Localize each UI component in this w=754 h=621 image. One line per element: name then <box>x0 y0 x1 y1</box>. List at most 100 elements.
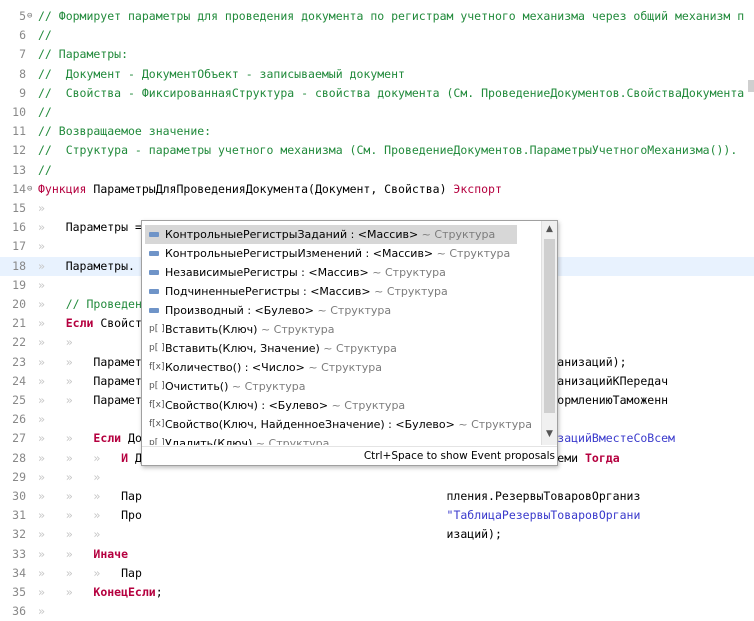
proposal-item[interactable]: Производный : <Булево> ~ Структура <box>145 301 517 320</box>
code-text: » Если Свойст <box>38 314 142 333</box>
code-line[interactable]: 6 // <box>0 26 754 45</box>
code-line[interactable]: 13 // <box>0 161 754 180</box>
whitespace-marker: » <box>38 412 45 427</box>
proposal-list[interactable]: КонтрольныеРегистрыЗаданий : <Массив> ~ … <box>142 221 541 445</box>
keyword-token: КонецЕсли <box>93 585 156 599</box>
proposal-item[interactable]: КонтрольныеРегистрыЗаданий : <Массив> ~ … <box>145 225 517 244</box>
comment-token: // <box>38 28 52 43</box>
code-line[interactable]: 7 // Параметры: <box>0 45 754 64</box>
proposal-owner-type: ~ Структура <box>368 266 446 279</box>
proposal-item[interactable]: КонтрольныеРегистрыИзменений : <Массив> … <box>145 244 517 263</box>
proposal-owner-type: ~ Структура <box>418 228 496 241</box>
proposal-item[interactable]: p[ ] Вставить(Ключ) ~ Структура <box>145 320 517 339</box>
code-text: // <box>38 161 52 180</box>
code-line[interactable]: 9 // Свойства - ФиксированнаяСтруктура - … <box>0 84 754 103</box>
whitespace-marker: » <box>38 316 66 331</box>
proposal-name: ПодчиненныеРегистры : <Массив> <box>165 285 371 298</box>
function-icon: f[x] <box>149 400 165 410</box>
code-line[interactable]: 30 » » » Пар пления.РезервыТоваровОрганиз <box>0 487 754 506</box>
line-number: 33 <box>12 546 26 561</box>
line-number: 23 <box>12 354 26 369</box>
proposal-item[interactable]: p[ ] Очистить() ~ Структура <box>145 377 517 396</box>
code-text: // <box>38 103 52 122</box>
code-token: Параметры. <box>65 258 135 273</box>
code-line[interactable]: 15 » <box>0 199 754 218</box>
proposal-item[interactable]: f[x] Свойство(Ключ, НайденноеЗначение) : … <box>145 415 532 434</box>
keyword-token: Иначе <box>93 546 129 561</box>
proposal-owner-type: ~ Структура <box>304 361 382 374</box>
code-text: » <box>38 410 45 429</box>
code-line[interactable]: 34 » » » Пар <box>0 564 754 583</box>
code-line[interactable]: 31 » » » Про "ТаблицаРезервыТоваровОргани <box>0 506 754 525</box>
proposal-item[interactable]: f[x] Количество() : <Число> ~ Структура <box>145 358 517 377</box>
code-token: Про <box>121 508 447 523</box>
property-icon <box>149 289 159 294</box>
proposal-scrollbar[interactable]: ▲ ▼ <box>541 221 557 445</box>
whitespace-marker: » » <box>38 373 94 388</box>
whitespace-marker: » <box>38 239 45 254</box>
procedure-icon: p[ ] <box>149 343 165 353</box>
proposal-owner-type: ~ Структура <box>228 380 306 393</box>
proposal-label: Вставить(Ключ) ~ Структура <box>165 320 335 339</box>
whitespace-marker: » » <box>38 546 94 561</box>
proposal-name: Производный : <Булево> <box>165 304 315 317</box>
code-token: ПараметрыДляПроведенияДокумента(Документ… <box>93 181 454 196</box>
proposal-item[interactable]: ПодчиненныеРегистры : <Массив> ~ Структу… <box>145 282 517 301</box>
comment-token: // Документ - ДокументОбъект - записывае… <box>38 66 405 81</box>
proposal-owner-type: ~ Структура <box>319 342 397 355</box>
code-text: // Возвращаемое значение: <box>38 122 211 141</box>
code-line[interactable]: 35 » » КонецЕсли; <box>0 583 754 602</box>
line-number: 16 <box>12 220 26 235</box>
code-line[interactable]: 10 // <box>0 103 754 122</box>
line-number: 21 <box>12 316 26 331</box>
code-line[interactable]: 32 » » » изаций); <box>0 525 754 544</box>
line-number: 13 <box>12 162 26 177</box>
scroll-down-arrow-icon[interactable]: ▼ <box>544 429 555 439</box>
proposal-item[interactable]: p[ ] Вставить(Ключ, Значение) ~ Структура <box>145 339 517 358</box>
line-number: 18 <box>12 258 26 273</box>
code-line[interactable]: 8 // Документ - ДокументОбъект - записыва… <box>0 65 754 84</box>
code-line[interactable]: 12 // Структура - параметры учетного меха… <box>0 141 754 160</box>
keyword-token: Функция <box>38 181 94 196</box>
scroll-up-arrow-icon[interactable]: ▲ <box>544 224 555 234</box>
code-text: » // Проведен <box>38 295 142 314</box>
code-text: » » Иначе <box>38 545 128 564</box>
proposal-item[interactable]: f[x] Свойство(Ключ) : <Булево> ~ Структур… <box>145 396 517 415</box>
line-number: 28 <box>12 450 26 465</box>
line-number: 20 <box>12 297 26 311</box>
function-icon: f[x] <box>149 419 165 429</box>
proposal-name: Количество() : <Число> <box>165 361 305 374</box>
code-line[interactable]: 11 // Возвращаемое значение: <box>0 122 754 141</box>
code-text: » » <box>38 333 73 352</box>
code-text: » » » Пар пления.РезервыТоваровОрганиз <box>38 487 640 506</box>
code-text: » <box>38 237 45 256</box>
code-line[interactable]: 36 » <box>0 602 754 621</box>
code-line[interactable]: 14 ⊖ Функция ПараметрыДляПроведенияДокумен… <box>0 180 754 199</box>
whitespace-marker: » <box>38 277 45 292</box>
proposal-label: КонтрольныеРегистрыИзменений : <Массив> … <box>165 244 510 263</box>
proposal-item[interactable]: НезависимыеРегистры : <Массив> ~ Структу… <box>145 263 517 282</box>
proposal-owner-type: ~ Структура <box>454 418 532 431</box>
line-number: 31 <box>12 508 26 523</box>
line-number: 30 <box>12 489 26 503</box>
fold-toggle-icon[interactable]: ⊖ <box>27 7 36 26</box>
proposal-item[interactable]: p[ ] Удалить(Ключ) ~ Структура <box>145 434 517 445</box>
code-line[interactable]: 5 ⊖// Формирует параметры для проведения … <box>0 7 754 26</box>
comment-token: // Параметры: <box>38 47 129 62</box>
code-text: » » » изаций); <box>38 525 502 544</box>
line-number: 17 <box>12 239 26 254</box>
code-line[interactable]: 33 » » Иначе <box>0 545 754 564</box>
scrollbar-thumb[interactable] <box>544 239 555 413</box>
comment-token: // Структура - параметры учетного механи… <box>38 143 738 158</box>
comment-token: // Формирует параметры для проведения до… <box>38 9 745 23</box>
code-line[interactable]: 29 » » » <box>0 468 754 487</box>
code-text: // Свойства - ФиксированнаяСтруктура - с… <box>38 84 744 103</box>
comment-token: // Возвращаемое значение: <box>38 124 212 139</box>
keyword-token: Тогда <box>585 450 620 465</box>
code-text: // <box>38 26 52 45</box>
line-number: 19 <box>12 277 26 292</box>
procedure-icon: p[ ] <box>149 324 165 334</box>
fold-toggle-icon[interactable]: ⊖ <box>27 180 36 199</box>
proposal-name: Свойство(Ключ) : <Булево> <box>165 399 329 412</box>
line-number: 7 <box>19 47 26 62</box>
